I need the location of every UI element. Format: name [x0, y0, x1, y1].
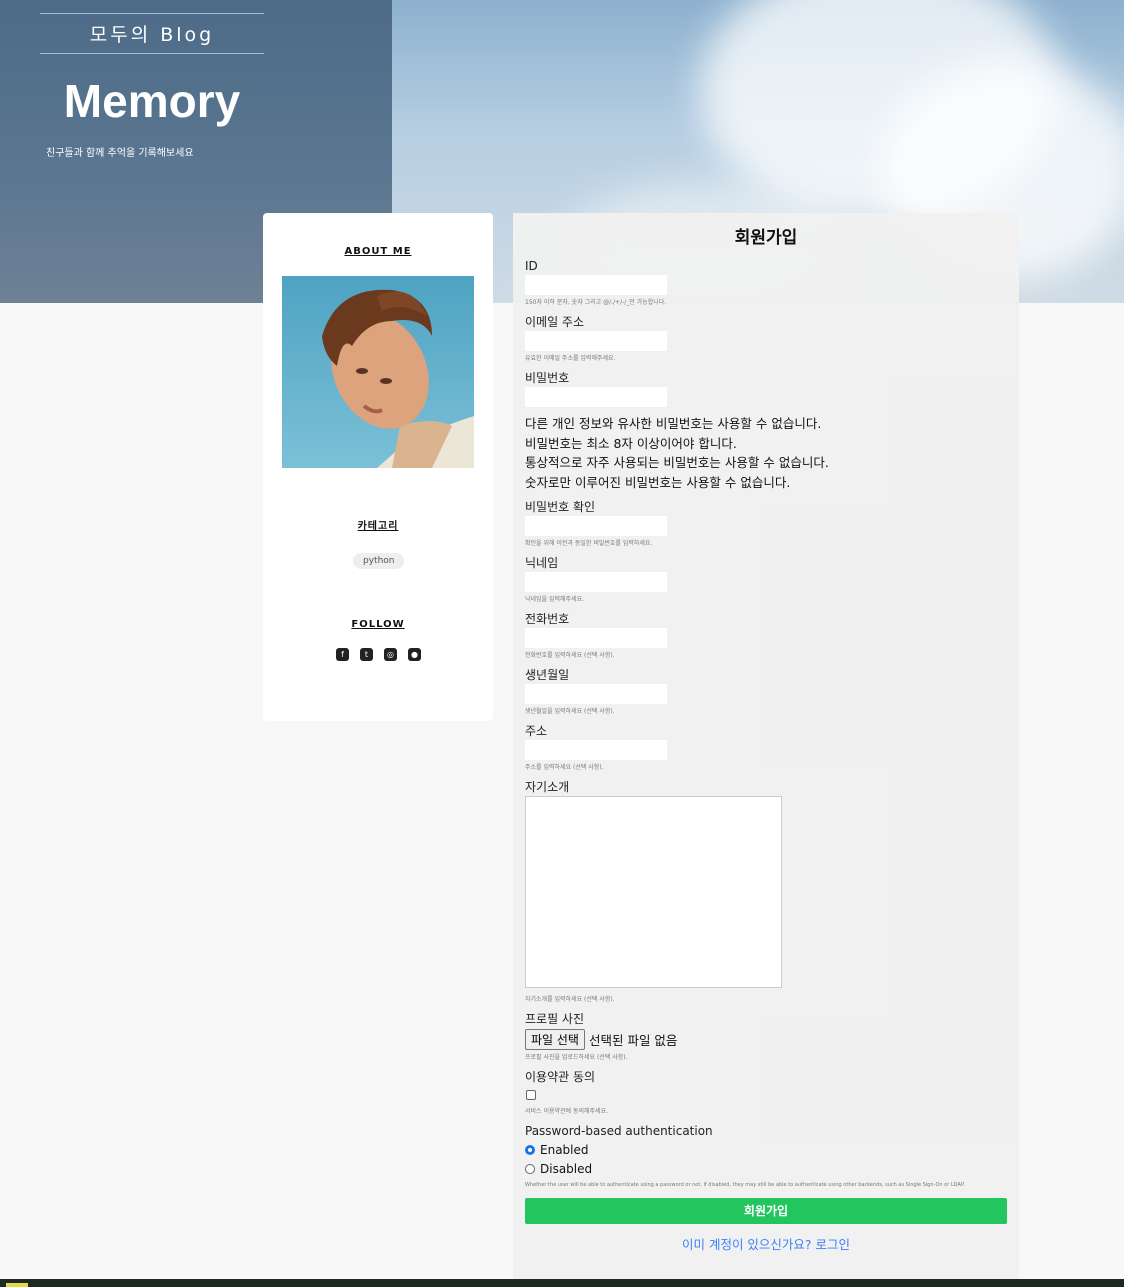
bio-textarea[interactable] [525, 796, 782, 988]
nickname-help: 닉네임을 입력해주세요. [525, 596, 585, 603]
phone-label: 전화번호 [525, 612, 570, 626]
password-rule: 다른 개인 정보와 유사한 비밀번호는 사용할 수 없습니다. [525, 416, 822, 431]
about-me-heading: ABOUT ME [344, 246, 412, 257]
twitter-icon[interactable]: t [360, 648, 373, 661]
bio-help: 자기소개를 입력하세요 (선택 사항). [525, 996, 615, 1003]
category-heading[interactable]: 카테고리 [263, 517, 493, 532]
signup-title: 회원가입 [734, 228, 798, 248]
instagram-icon[interactable]: ◎ [384, 648, 397, 661]
password-label: 비밀번호 [525, 371, 570, 385]
id-help: 150자 이하 문자, 숫자 그리고 @/./+/-/_만 가능합니다. [525, 299, 667, 306]
password-confirm-label: 비밀번호 확인 [525, 500, 596, 514]
nickname-label: 닉네임 [525, 556, 559, 570]
site-name-text: 모두의 Blog [89, 24, 215, 46]
site-name[interactable]: 모두의 Blog [40, 13, 264, 54]
profile-photo [282, 276, 474, 468]
taskbar-chip [6, 1283, 28, 1287]
password-rule: 비밀번호는 최소 8자 이상이어야 합니다. [525, 435, 737, 451]
profile-image-picker: 파일 선택 선택된 파일 없음 [525, 1028, 1007, 1050]
bottom-bar [0, 1279, 1124, 1287]
github-icon[interactable]: ● [408, 648, 421, 661]
nickname-field[interactable] [525, 572, 667, 592]
phone-field[interactable] [525, 628, 667, 648]
social-links: f t ◎ ● [336, 648, 426, 661]
password-rule: 통상적으로 자주 사용되는 비밀번호는 사용할 수 없습니다. [525, 455, 829, 470]
terms-help: 서비스 이용약관에 동의해주세요. [525, 1108, 609, 1115]
password-confirm-help: 확인을 위해 이전과 동일한 비밀번호를 입력하세요. [525, 540, 653, 547]
facebook-icon[interactable]: f [336, 648, 349, 661]
disabled-label: Disabled [540, 1161, 593, 1176]
email-help: 유효한 이메일 주소를 입력해주세요. [525, 355, 616, 362]
enabled-label: Enabled [540, 1142, 589, 1157]
profile-image-label: 프로필 사진 [525, 1012, 585, 1026]
birthdate-label: 생년월일 [525, 668, 570, 682]
signup-submit-button[interactable]: 회원가입 [525, 1198, 1007, 1224]
id-label: ID [525, 259, 538, 273]
email-field[interactable] [525, 331, 667, 351]
signup-panel: 회원가입 ID 150자 이하 문자, 숫자 그리고 @/./+/-/_만 가능… [513, 213, 1019, 1287]
login-link[interactable]: 이미 계정이 있으신가요? 로그인 [525, 1234, 1007, 1253]
blog-title: Memory [63, 75, 241, 127]
password-field[interactable] [525, 387, 667, 407]
id-field[interactable] [525, 275, 667, 295]
sidebar: ABOUT ME 카테고리 python FOLLOW f t ◎ ● [263, 213, 493, 721]
password-auth-disabled-option[interactable]: Disabled [525, 1159, 1007, 1178]
password-rules: 다른 개인 정보와 유사한 비밀번호는 사용할 수 없습니다. 비밀번호는 최소… [525, 414, 1007, 492]
password-auth-label: Password-based authentication [525, 1124, 713, 1138]
terms-checkbox[interactable] [526, 1090, 536, 1100]
birthdate-field[interactable] [525, 684, 667, 704]
terms-label: 이용약관 동의 [525, 1070, 596, 1084]
disabled-radio[interactable] [525, 1163, 535, 1174]
address-label: 주소 [525, 724, 548, 738]
follow-heading: FOLLOW [351, 619, 405, 630]
blog-tagline: 친구들과 함께 추억을 기록해보세요 [46, 148, 194, 159]
bio-label: 자기소개 [525, 780, 570, 794]
password-confirm-field[interactable] [525, 516, 667, 536]
birthdate-help: 생년월일을 입력하세요 (선택 사항). [525, 708, 615, 715]
file-status: 선택된 파일 없음 [588, 1032, 678, 1048]
enabled-radio[interactable] [525, 1144, 535, 1155]
password-auth-help: Whether the user will be able to authent… [525, 1182, 965, 1188]
category-tag-python[interactable]: python [353, 553, 405, 569]
password-rule: 숫자로만 이루어진 비밀번호는 사용할 수 없습니다. [525, 474, 791, 490]
address-field[interactable] [525, 740, 667, 760]
profile-image-help: 프로필 사진을 업로드하세요 (선택 사항). [525, 1054, 628, 1061]
file-select-button[interactable]: 파일 선택 [525, 1028, 585, 1050]
phone-help: 전화번호를 입력하세요 (선택 사항). [525, 652, 615, 659]
password-auth-enabled-option[interactable]: Enabled [525, 1140, 1007, 1159]
email-label: 이메일 주소 [525, 315, 585, 329]
address-help: 주소를 입력하세요 (선택 사항). [525, 764, 604, 771]
signup-form: ID 150자 이하 문자, 숫자 그리고 @/./+/-/_만 가능합니다. … [525, 257, 1007, 1253]
